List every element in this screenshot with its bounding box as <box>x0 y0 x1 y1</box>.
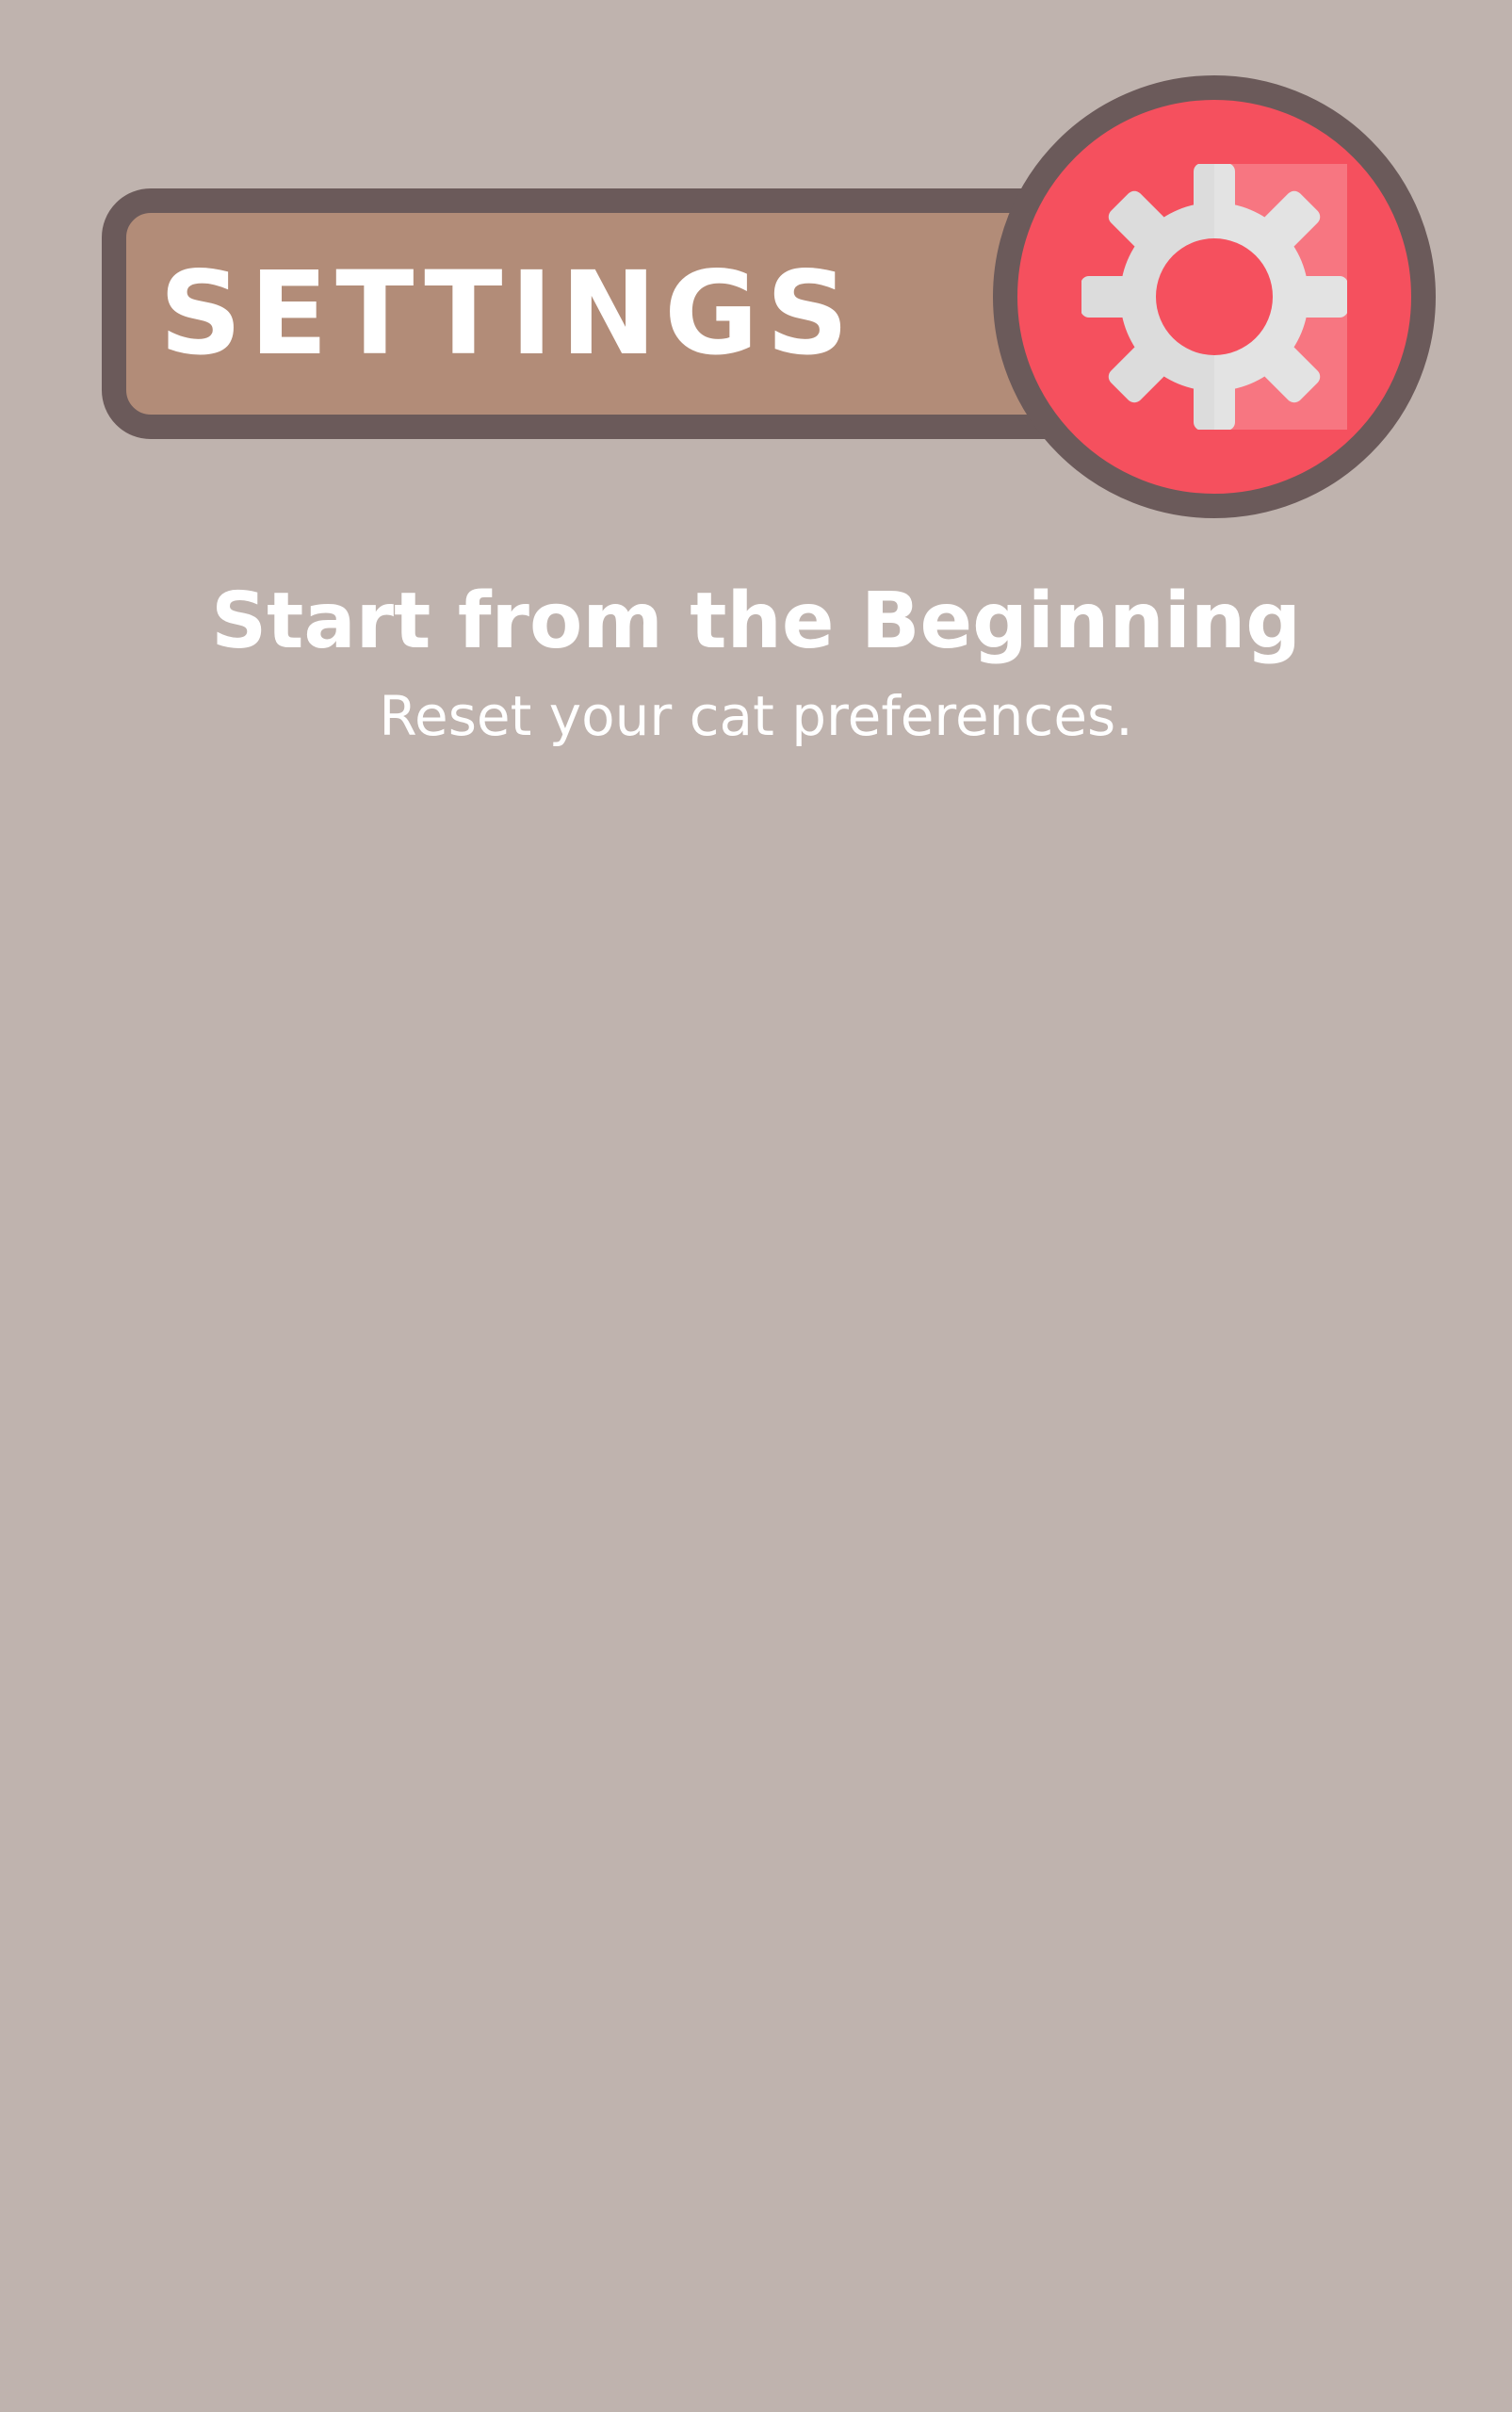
reset-option-subtitle: Reset your cat preferences. <box>379 684 1133 748</box>
page-title: SETTINGS <box>159 247 856 381</box>
reset-preferences-option[interactable]: Start from the Beginning Reset your cat … <box>0 565 1512 754</box>
settings-header-banner: SETTINGS <box>102 188 1100 439</box>
settings-gear-button[interactable] <box>993 75 1436 518</box>
reset-option-title: Start from the Beginning <box>211 577 1301 666</box>
settings-screen: SETTINGS Start from the Beginning Reset … <box>0 0 1512 2412</box>
gear-icon <box>1081 164 1347 430</box>
